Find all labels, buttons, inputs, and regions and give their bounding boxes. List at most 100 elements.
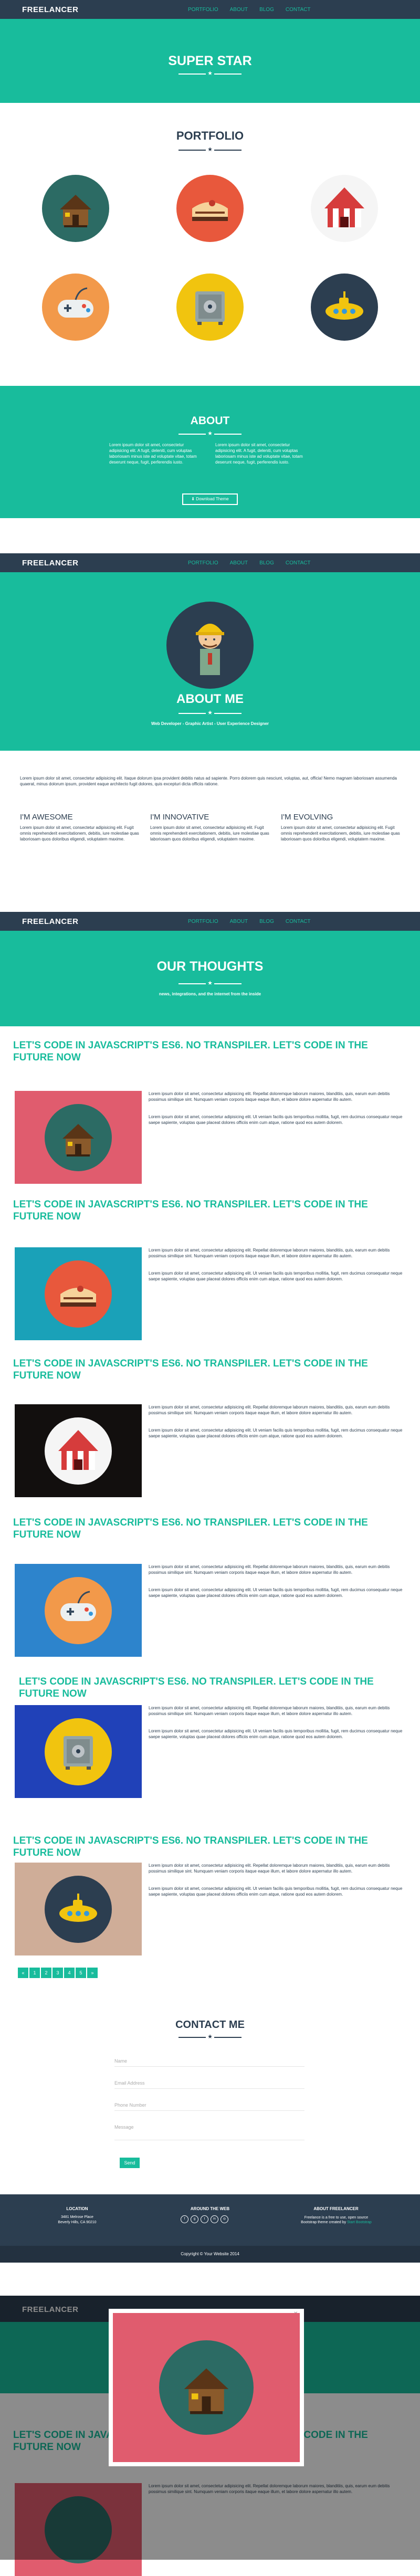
post-paragraph: Lorem ipsum dolor sit amet, consectetur … — [149, 1405, 390, 1415]
phone-field[interactable]: Phone Number — [114, 2102, 304, 2111]
post-image[interactable] — [15, 1705, 142, 1798]
post-excerpt: Lorem ipsum dolor sit amet, consectetur … — [149, 1404, 406, 1439]
star-divider: ★ — [178, 430, 242, 437]
nav-link-about[interactable]: ABOUT — [230, 919, 248, 924]
twitter-icon[interactable]: t — [201, 2215, 208, 2223]
nav-link-about[interactable]: ABOUT — [230, 7, 248, 13]
location-title: LOCATION — [66, 2206, 88, 2211]
star-divider: ★ — [178, 980, 242, 986]
post-image[interactable] — [15, 1247, 142, 1340]
nav-link-blog[interactable]: BLOG — [259, 919, 274, 924]
pagination-next[interactable]: » — [87, 1968, 98, 1978]
post-paragraph: Lorem ipsum dolor sit amet, consectetur … — [149, 1587, 403, 1598]
linkedin-icon[interactable]: in — [211, 2215, 218, 2223]
facebook-icon[interactable]: f — [181, 2215, 188, 2223]
post-excerpt: Lorem ipsum dolor sit amet, consectetur … — [149, 1863, 406, 1897]
portfolio-item-submarine[interactable] — [279, 259, 410, 355]
google-plus-icon[interactable]: g — [191, 2215, 198, 2223]
pagination-prev[interactable]: « — [18, 1968, 28, 1978]
about-title: ABOUT — [190, 415, 230, 427]
location-line-2: Beverly Hills, CA 90210 — [58, 2221, 97, 2224]
avatar — [166, 602, 254, 689]
dribbble-icon[interactable]: ◎ — [220, 2215, 228, 2223]
portfolio-item-circus[interactable] — [279, 161, 410, 256]
post-title[interactable]: LET'S CODE IN JAVASCRIPT'S ES6. NO TRANS… — [13, 1198, 402, 1223]
submarine-icon — [45, 1875, 112, 1943]
navbar: FREELANCER PORTFOLIO ABOUT BLOG CONTACT — [0, 553, 420, 572]
hero-title: SUPER STAR — [168, 54, 252, 68]
pagination-page-4[interactable]: 4 — [64, 1968, 75, 1978]
message-field[interactable]: Message — [114, 2125, 304, 2140]
nav-link-blog[interactable]: BLOG — [259, 7, 274, 13]
cabin-icon — [42, 175, 109, 242]
post-title[interactable]: LET'S CODE IN JAVASCRIPT'S ES6. NO TRANS… — [13, 1517, 402, 1541]
post-paragraph: Lorem ipsum dolor sit amet, consectetur … — [149, 1428, 403, 1438]
nav-link-contact[interactable]: CONTACT — [286, 7, 311, 13]
brand-link[interactable]: FREELANCER — [22, 917, 79, 926]
pagination-page-2[interactable]: 2 — [41, 1968, 51, 1978]
nav-link-blog[interactable]: BLOG — [259, 560, 274, 566]
post-image[interactable] — [15, 1091, 142, 1184]
star-icon: ★ — [207, 430, 213, 437]
star-divider: ★ — [178, 70, 242, 77]
portfolio-item-controller[interactable] — [10, 259, 141, 355]
navbar: FREELANCER PORTFOLIO ABOUT BLOG CONTACT — [0, 912, 420, 931]
post-title[interactable]: LET'S CODE IN JAVASCRIPT'S ES6. NO TRANS… — [13, 1835, 402, 1859]
post-paragraph: Lorem ipsum dolor sit amet, consectetur … — [149, 1863, 390, 1874]
portfolio-title: PORTFOLIO — [176, 129, 244, 142]
post-paragraph: Lorem ipsum dolor sit amet, consectetur … — [149, 1091, 390, 1102]
start-bootstrap-link[interactable]: Start Bootstrap — [347, 2221, 372, 2224]
navbar: FREELANCER PORTFOLIO ABOUT BLOG CONTACT — [0, 0, 420, 19]
post-paragraph: Lorem ipsum dolor sit amet, consectetur … — [149, 1729, 403, 1739]
column-text: Lorem ipsum dolor sit amet, consectetur … — [281, 825, 400, 842]
pagination-page-5[interactable]: 5 — [76, 1968, 86, 1978]
social-links: f g t in ◎ — [181, 2215, 228, 2223]
nav-link-contact[interactable]: CONTACT — [286, 560, 311, 566]
submarine-icon — [311, 274, 378, 341]
post-excerpt: Lorem ipsum dolor sit amet, consectetur … — [149, 1091, 406, 1126]
location-line-1: 3481 Melrose Place — [61, 2215, 93, 2219]
nav-link-portfolio[interactable]: PORTFOLIO — [188, 7, 218, 13]
pagination-page-1[interactable]: 1 — [29, 1968, 40, 1978]
about-freelancer-text: Freelance is a free to use, open source … — [301, 2216, 372, 2224]
pagination: « 1 2 3 4 5 » — [18, 1968, 98, 1978]
post-title[interactable]: LET'S CODE IN JAVASCRIPT'S ES6. NO TRANS… — [13, 1358, 402, 1382]
brand-link[interactable]: FREELANCER — [22, 5, 79, 14]
aboutme-title: ABOUT ME — [176, 692, 244, 706]
portfolio-item-safe[interactable] — [144, 259, 276, 355]
game-controller-icon — [45, 1576, 112, 1644]
post-image[interactable] — [15, 1564, 142, 1657]
nav-link-about[interactable]: ABOUT — [230, 560, 248, 566]
name-field[interactable]: Name — [114, 2058, 304, 2067]
pagination-page-3[interactable]: 3 — [52, 1968, 63, 1978]
send-button[interactable]: Send — [120, 2158, 140, 2168]
modal: ✕ — [109, 2309, 304, 2466]
footer: LOCATION 3481 Melrose Place Beverly Hill… — [0, 2194, 420, 2246]
evolving-column: I'M EVOLVING Lorem ipsum dolor sit amet,… — [281, 813, 402, 842]
download-theme-button[interactable]: ⬇ Download Theme — [182, 493, 238, 505]
portfolio-item-cake[interactable] — [144, 161, 276, 256]
brand-link[interactable]: FREELANCER — [22, 559, 79, 567]
copyright-text: Copyright © Your Website 2014 — [181, 2252, 239, 2256]
star-icon: ★ — [207, 146, 213, 153]
post-image[interactable] — [15, 1404, 142, 1497]
post-image[interactable] — [15, 1863, 142, 1955]
star-divider: ★ — [178, 2034, 242, 2040]
safe-icon — [176, 274, 244, 341]
column-text: Lorem ipsum dolor sit amet, consectetur … — [150, 825, 269, 842]
about-text-right: Lorem ipsum dolor sit amet, consectetur … — [215, 443, 303, 465]
nav-link-contact[interactable]: CONTACT — [286, 919, 311, 924]
aboutme-subtitle: Web Developer - Graphic Artist - User Ex… — [151, 721, 269, 726]
post-title[interactable]: LET'S CODE IN JAVASCRIPT'S ES6. NO TRANS… — [19, 1676, 407, 1700]
nav-link-portfolio[interactable]: PORTFOLIO — [188, 919, 218, 924]
nav-link-portfolio[interactable]: PORTFOLIO — [188, 560, 218, 566]
blog-title: OUR THOUGHTS — [156, 959, 264, 974]
email-field[interactable]: Email Address — [114, 2080, 304, 2089]
cake-icon — [176, 175, 244, 242]
post-title[interactable]: LET'S CODE IN JAVASCRIPT'S ES6. NO TRANS… — [13, 1039, 402, 1064]
aboutme-header: ABOUT ME ★ Web Developer - Graphic Artis… — [0, 572, 420, 751]
portfolio-item-cabin[interactable] — [10, 161, 141, 256]
post-paragraph: Lorem ipsum dolor sit amet, consectetur … — [149, 1706, 390, 1716]
innovative-column: I'M INNOVATIVE Lorem ipsum dolor sit ame… — [150, 813, 271, 842]
post-paragraph: Lorem ipsum dolor sit amet, consectetur … — [149, 1114, 403, 1125]
